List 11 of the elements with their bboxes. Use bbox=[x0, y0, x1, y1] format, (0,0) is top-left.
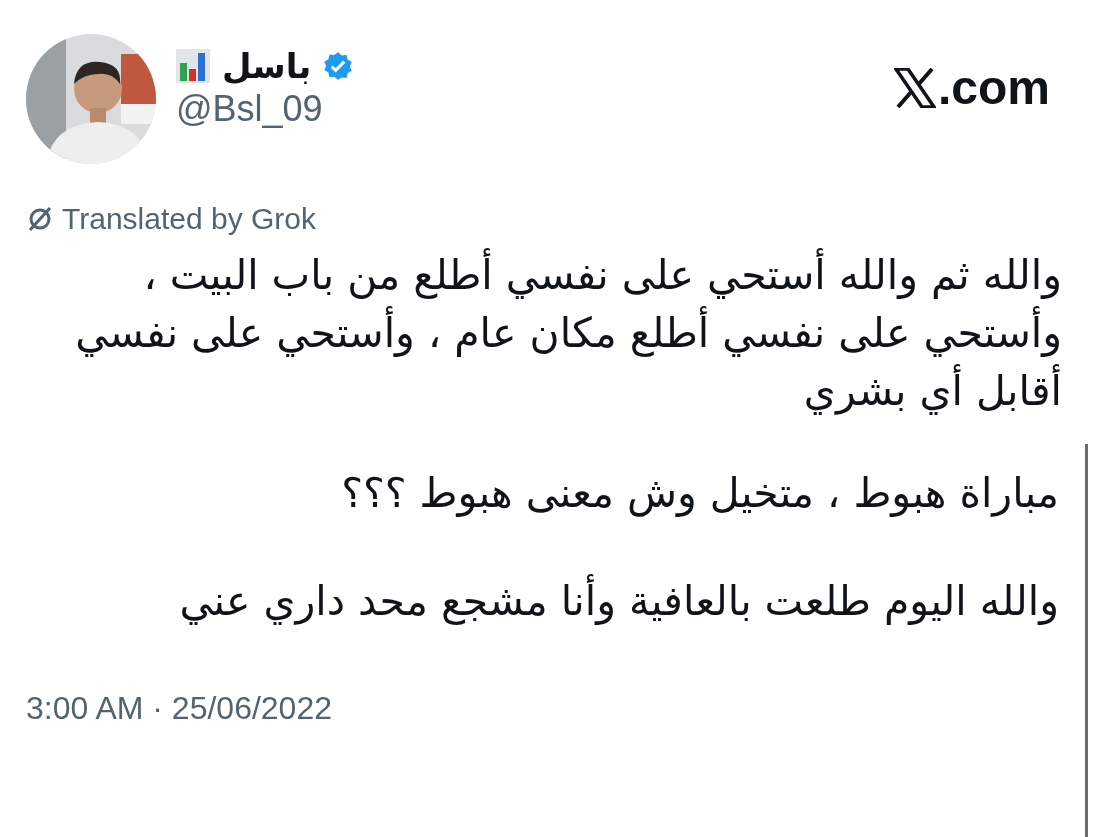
bar-chart-icon bbox=[176, 49, 210, 83]
tweet-paragraph: مباراة هبوط ، متخيل وش معنى هبوط ؟؟؟ bbox=[340, 468, 1059, 519]
author-handle[interactable]: @Bsl_09 bbox=[176, 88, 354, 130]
site-name: .com bbox=[937, 60, 1050, 115]
tweet-paragraph: والله اليوم طلعت بالعافية وأنا مشجع محد داري عني bbox=[26, 572, 1059, 630]
x-logo-icon bbox=[893, 67, 936, 108]
tweet-timestamp[interactable]: 3:00 AM · 25/06/2022 bbox=[26, 690, 1069, 727]
author-name[interactable]: باسل bbox=[222, 46, 312, 86]
tweet-paragraph: والله ثم والله أستحي على نفسي أطلع من باب البيت ، وأستحي على نفسي أطلع مكان عام ، وأستحي على نفسي أقابل أي بشري bbox=[26, 246, 1062, 420]
slashed-circle-icon bbox=[26, 205, 54, 233]
translation-note[interactable]: Translated by Grok bbox=[62, 202, 316, 236]
